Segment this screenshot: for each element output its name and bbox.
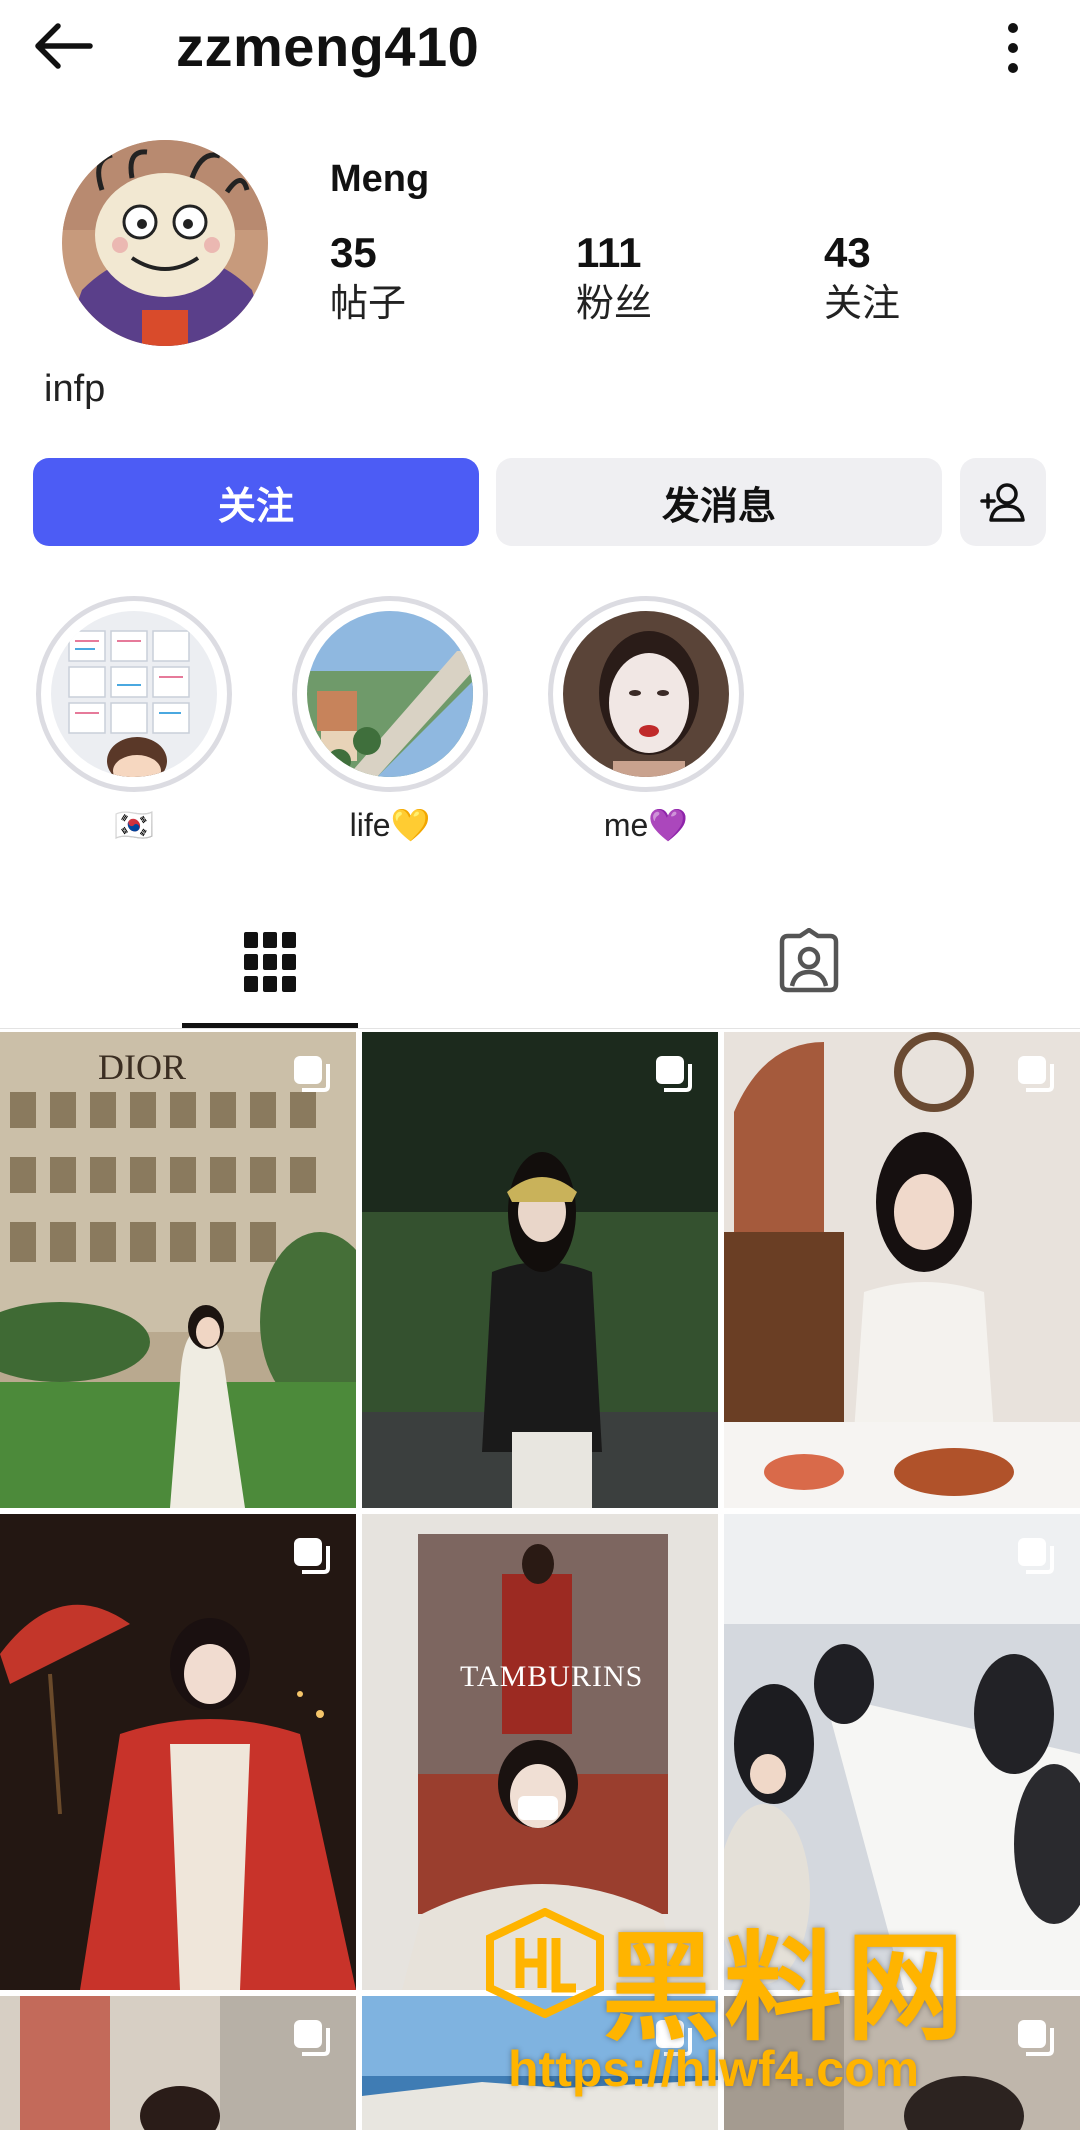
highlight-cover <box>548 596 744 792</box>
tab-tagged[interactable] <box>720 900 896 1028</box>
multiple-photos-icon <box>656 1056 692 1092</box>
profile-avatar[interactable] <box>62 140 268 346</box>
highlight-label: 🇰🇷 <box>114 807 154 843</box>
active-tab-indicator <box>182 1023 358 1028</box>
multiple-photos-icon <box>294 2020 330 2056</box>
highlight-life[interactable]: life💛 <box>288 596 492 844</box>
grid-icon <box>244 932 296 992</box>
top-bar: zzmeng410 <box>0 0 1080 100</box>
follow-button[interactable]: 关注 <box>33 458 479 546</box>
highlight-label: life💛 <box>349 807 431 843</box>
post-caption-text: DIOR <box>98 1047 186 1087</box>
more-vertical-icon[interactable] <box>990 18 1036 78</box>
stat-posts-label: 帖子 <box>330 283 407 325</box>
multiple-photos-icon <box>1018 2020 1054 2056</box>
post-tile[interactable] <box>0 1514 356 1990</box>
add-person-icon <box>980 483 1025 522</box>
stat-followers[interactable]: 111 粉丝 <box>576 228 652 330</box>
post-tile[interactable]: DIOR <box>0 1032 356 1508</box>
multiple-photos-icon <box>294 1056 330 1092</box>
watermark-logo <box>486 1908 604 2018</box>
multiple-photos-icon <box>294 1538 330 1574</box>
stat-posts[interactable]: 35 帖子 <box>330 228 406 330</box>
highlight-korea[interactable]: 🇰🇷 <box>32 596 236 844</box>
multiple-photos-icon <box>1018 1538 1054 1574</box>
back-arrow-icon[interactable] <box>30 18 94 74</box>
stat-posts-count: 35 <box>330 229 377 276</box>
highlight-cover <box>292 596 488 792</box>
highlight-label: me💜 <box>603 807 689 843</box>
suggest-people-button[interactable] <box>960 458 1046 546</box>
stat-followers-count: 111 <box>576 229 642 276</box>
watermark-url: https://hlwf4.com <box>508 2041 920 2097</box>
stat-following-label: 关注 <box>824 283 901 325</box>
post-tile[interactable] <box>0 1996 356 2130</box>
watermark-title: 黑料网 <box>602 1923 969 2055</box>
message-button[interactable]: 发消息 <box>496 458 942 546</box>
display-name: Meng <box>330 158 430 200</box>
post-tile[interactable] <box>362 1032 718 1508</box>
stat-following[interactable]: 43 关注 <box>824 228 900 330</box>
highlight-cover <box>36 596 232 792</box>
profile-tabs <box>0 900 1080 1029</box>
post-caption-text: TAMBURINS <box>460 1660 644 1693</box>
tab-posts-grid[interactable] <box>182 900 358 1028</box>
multiple-photos-icon <box>1018 1056 1054 1092</box>
stat-followers-label: 粉丝 <box>576 283 653 325</box>
stat-following-count: 43 <box>824 229 871 276</box>
profile-username: zzmeng410 <box>176 15 480 78</box>
profile-bio: infp <box>44 368 106 410</box>
post-tile[interactable] <box>724 1032 1080 1508</box>
tagged-user-icon <box>779 928 839 993</box>
highlight-me[interactable]: me💜 <box>544 596 748 844</box>
